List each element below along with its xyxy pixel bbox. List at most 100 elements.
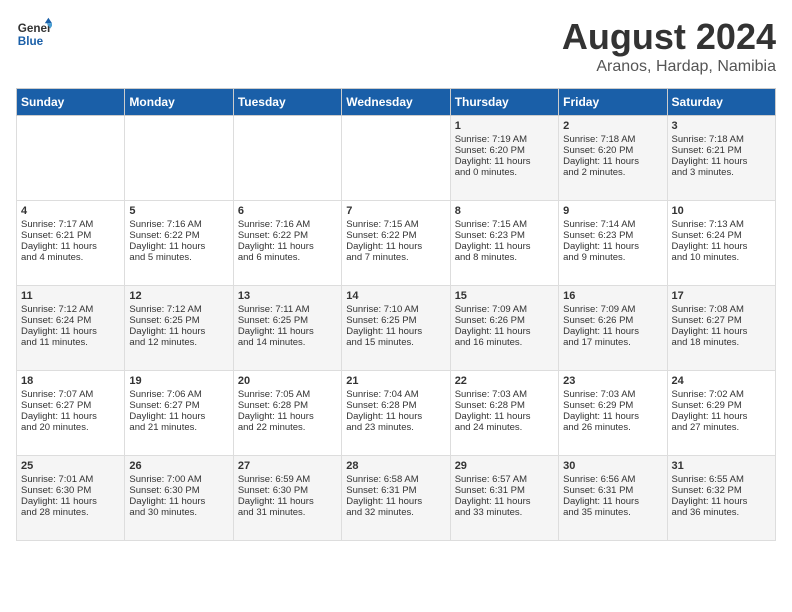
day-content: Sunset: 6:30 PM [21, 485, 120, 496]
day-content: Daylight: 11 hours [21, 496, 120, 507]
day-number: 9 [563, 205, 662, 217]
day-content: Sunrise: 7:09 AM [563, 304, 662, 315]
page-header: General Blue August 2024 Aranos, Hardap,… [16, 16, 776, 76]
day-content: Sunset: 6:28 PM [455, 400, 554, 411]
day-content: Sunrise: 7:14 AM [563, 219, 662, 230]
calendar-cell: 19Sunrise: 7:06 AMSunset: 6:27 PMDayligh… [125, 371, 233, 456]
logo-icon: General Blue [16, 16, 52, 52]
day-content: Sunrise: 7:18 AM [563, 134, 662, 145]
day-content: Sunrise: 7:13 AM [672, 219, 771, 230]
day-content: Sunrise: 7:00 AM [129, 474, 228, 485]
day-content: and 20 minutes. [21, 422, 120, 433]
day-content: Daylight: 11 hours [238, 326, 337, 337]
day-content: Sunset: 6:22 PM [129, 230, 228, 241]
day-content: Sunrise: 7:18 AM [672, 134, 771, 145]
day-content: and 9 minutes. [563, 252, 662, 263]
calendar-cell: 24Sunrise: 7:02 AMSunset: 6:29 PMDayligh… [667, 371, 775, 456]
day-content: Daylight: 11 hours [563, 496, 662, 507]
day-content: and 21 minutes. [129, 422, 228, 433]
day-content: and 16 minutes. [455, 337, 554, 348]
day-content: Daylight: 11 hours [238, 411, 337, 422]
calendar-table: SundayMondayTuesdayWednesdayThursdayFrid… [16, 88, 776, 541]
column-header-thursday: Thursday [450, 89, 558, 116]
calendar-cell [125, 116, 233, 201]
day-content: Daylight: 11 hours [21, 411, 120, 422]
column-header-friday: Friday [559, 89, 667, 116]
logo: General Blue [16, 16, 52, 52]
day-content: Daylight: 11 hours [455, 411, 554, 422]
day-number: 3 [672, 120, 771, 132]
day-content: and 12 minutes. [129, 337, 228, 348]
day-content: Sunset: 6:21 PM [21, 230, 120, 241]
calendar-cell [233, 116, 341, 201]
day-content: Sunrise: 7:02 AM [672, 389, 771, 400]
svg-text:Blue: Blue [18, 35, 44, 48]
day-number: 13 [238, 290, 337, 302]
day-content: and 26 minutes. [563, 422, 662, 433]
day-content: and 5 minutes. [129, 252, 228, 263]
day-content: and 7 minutes. [346, 252, 445, 263]
calendar-cell: 23Sunrise: 7:03 AMSunset: 6:29 PMDayligh… [559, 371, 667, 456]
day-content: Sunset: 6:23 PM [455, 230, 554, 241]
subtitle: Aranos, Hardap, Namibia [562, 58, 776, 76]
day-content: Sunrise: 7:17 AM [21, 219, 120, 230]
calendar-cell: 20Sunrise: 7:05 AMSunset: 6:28 PMDayligh… [233, 371, 341, 456]
day-content: Daylight: 11 hours [563, 156, 662, 167]
day-content: Daylight: 11 hours [129, 326, 228, 337]
calendar-cell: 25Sunrise: 7:01 AMSunset: 6:30 PMDayligh… [17, 456, 125, 541]
column-header-monday: Monday [125, 89, 233, 116]
day-content: Sunrise: 7:04 AM [346, 389, 445, 400]
day-content: Sunset: 6:22 PM [238, 230, 337, 241]
day-content: Daylight: 11 hours [21, 326, 120, 337]
calendar-cell: 5Sunrise: 7:16 AMSunset: 6:22 PMDaylight… [125, 201, 233, 286]
day-content: Daylight: 11 hours [238, 496, 337, 507]
calendar-cell: 8Sunrise: 7:15 AMSunset: 6:23 PMDaylight… [450, 201, 558, 286]
day-content: and 33 minutes. [455, 507, 554, 518]
day-number: 4 [21, 205, 120, 217]
week-row-2: 4 Sunrise: 7:17 AMSunset: 6:21 PM Daylight… [17, 201, 776, 286]
day-content: Daylight: 11 hours [563, 326, 662, 337]
day-content: Sunrise: 7:06 AM [129, 389, 228, 400]
day-content: Sunrise: 7:05 AM [238, 389, 337, 400]
day-number: 18 [21, 375, 120, 387]
day-content: Sunset: 6:29 PM [672, 400, 771, 411]
day-number: 23 [563, 375, 662, 387]
day-content: Sunset: 6:27 PM [21, 400, 120, 411]
week-row-4: 18Sunrise: 7:07 AMSunset: 6:27 PMDayligh… [17, 371, 776, 456]
calendar-cell: 3Sunrise: 7:18 AMSunset: 6:21 PMDaylight… [667, 116, 775, 201]
day-content: Daylight: 11 hours [129, 241, 228, 252]
week-row-3: 11Sunrise: 7:12 AMSunset: 6:24 PMDayligh… [17, 286, 776, 371]
day-number: 12 [129, 290, 228, 302]
day-content: and 31 minutes. [238, 507, 337, 518]
calendar-cell: 9Sunrise: 7:14 AMSunset: 6:23 PMDaylight… [559, 201, 667, 286]
day-content: Sunrise: 7:03 AM [563, 389, 662, 400]
calendar-cell: 4Sunrise: 7:17 AMSunset: 6:21 PMDaylight… [17, 201, 125, 286]
calendar-cell: 22Sunrise: 7:03 AMSunset: 6:28 PMDayligh… [450, 371, 558, 456]
day-content: Daylight: 11 hours [346, 411, 445, 422]
day-content: Sunset: 6:24 PM [21, 315, 120, 326]
day-content: Daylight: 11 hours [672, 411, 771, 422]
day-content: and 23 minutes. [346, 422, 445, 433]
svg-text:General: General [18, 22, 52, 35]
day-content: and 6 minutes. [238, 252, 337, 263]
title-block: August 2024 Aranos, Hardap, Namibia [562, 16, 776, 76]
calendar-cell: 10Sunrise: 7:13 AMSunset: 6:24 PMDayligh… [667, 201, 775, 286]
day-content: Sunset: 6:27 PM [672, 315, 771, 326]
day-content: and 15 minutes. [346, 337, 445, 348]
day-content: Sunset: 6:28 PM [238, 400, 337, 411]
day-content: and 24 minutes. [455, 422, 554, 433]
calendar-cell: 11Sunrise: 7:12 AMSunset: 6:24 PMDayligh… [17, 286, 125, 371]
day-content: Sunset: 6:26 PM [455, 315, 554, 326]
day-number: 7 [346, 205, 445, 217]
day-number: 16 [563, 290, 662, 302]
day-number: 2 [563, 120, 662, 132]
day-content: and 32 minutes. [346, 507, 445, 518]
calendar-cell: 6Sunrise: 7:16 AMSunset: 6:22 PMDaylight… [233, 201, 341, 286]
main-title: August 2024 [562, 16, 776, 58]
day-content: Sunrise: 7:19 AM [455, 134, 554, 145]
day-number: 6 [238, 205, 337, 217]
day-content: Sunset: 6:31 PM [455, 485, 554, 496]
day-number: 5 [129, 205, 228, 217]
day-content: Sunrise: 6:59 AM [238, 474, 337, 485]
day-content: and 11 minutes. [21, 337, 120, 348]
